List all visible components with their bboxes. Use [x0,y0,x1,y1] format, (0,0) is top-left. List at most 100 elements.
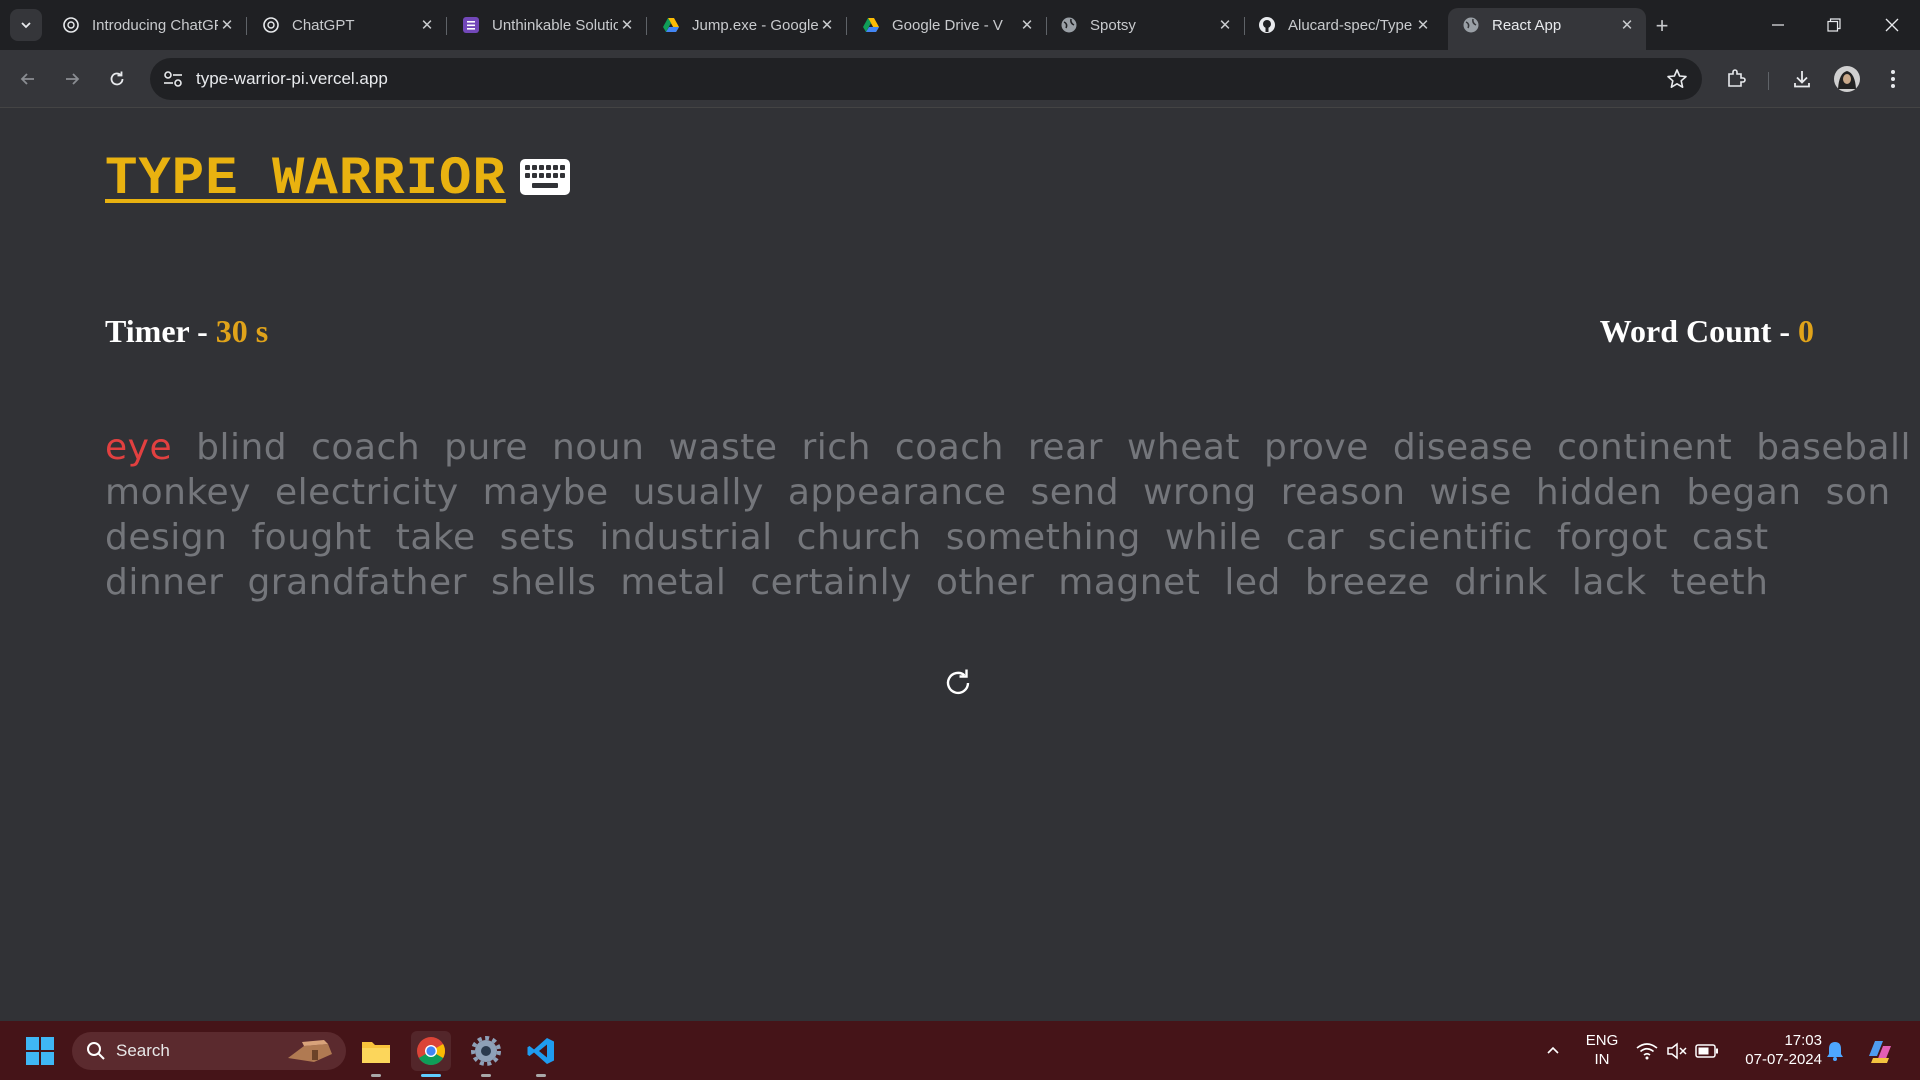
word: wheat [1126,427,1241,468]
word: dinner [105,562,224,603]
taskbar-settings[interactable] [466,1031,506,1077]
word: take [395,517,476,558]
tab-label: Introducing ChatGPT [92,16,218,34]
minimize-button[interactable] [1750,0,1806,50]
tab-search-button[interactable] [10,9,42,41]
taskbar-file-explorer[interactable] [356,1031,396,1077]
word: metal [620,562,727,603]
app-title[interactable]: TYPE WARRIOR [105,149,506,210]
taskbar-vscode[interactable] [521,1031,561,1077]
word-count-value: 0 [1798,313,1814,349]
tab-label: ChatGPT [292,16,355,34]
arrow-left-icon [20,73,34,85]
word: industrial [599,517,773,558]
close-tab-icon[interactable]: ✕ [1216,16,1234,34]
tab-jump-exe[interactable]: Jump.exe - Google Drive ✕ [648,8,847,42]
browser-menu-button[interactable] [1879,65,1907,93]
bell-icon [1827,1042,1843,1061]
word: coach [894,427,1004,468]
word: teeth [1670,562,1769,603]
word: coach [311,427,421,468]
word: design [105,517,228,558]
reload-icon [110,71,124,86]
new-tab-button[interactable]: + [1648,12,1676,40]
word-line: design fought take sets industrial church some… [105,515,1825,560]
word: disease [1392,427,1534,468]
word: rich [801,427,871,468]
close-tab-icon[interactable]: ✕ [418,16,436,34]
word: electricity [274,472,459,513]
downloads-button[interactable] [1788,65,1816,93]
word: shells [490,562,597,603]
chrome-icon [417,1037,445,1065]
download-icon [1794,71,1810,88]
tab-chatgpt[interactable]: ChatGPT ✕ [248,8,447,42]
extensions-button[interactable] [1722,65,1750,93]
tab-spotsy[interactable]: Spotsy ✕ [1046,8,1245,42]
word-line: dinner grandfather shells metal certainly oth… [105,560,1825,605]
word-count: Word Count - 0 [1600,313,1814,350]
globe-icon [1060,16,1078,34]
word: grandfather [247,562,467,603]
wifi-status[interactable] [1630,1031,1664,1071]
site-settings-icon[interactable] [162,69,184,89]
close-tab-icon[interactable]: ✕ [1018,16,1036,34]
close-tab-icon[interactable]: ✕ [1414,16,1432,34]
word: appearance [787,472,1007,513]
tab-unthinkable[interactable]: Unthinkable Solutions ✕ [448,8,647,42]
form-icon [462,16,480,34]
close-tab-icon[interactable]: ✕ [818,16,836,34]
start-button[interactable] [20,1031,60,1071]
chevron-up-icon [1547,1046,1559,1054]
google-drive-icon [662,16,680,34]
word: cast [1691,517,1769,558]
word: noun [551,427,645,468]
word: waste [668,427,778,468]
restore-icon [1827,18,1841,32]
reload-button[interactable] [101,63,133,95]
timer-value: 30 s [215,313,269,349]
clock[interactable]: 17:03 07-07-2024 [1730,1031,1822,1069]
taskbar-chrome[interactable] [411,1031,451,1077]
tab-react-app[interactable]: React App ✕ [1448,8,1646,50]
close-tab-icon[interactable]: ✕ [618,16,636,34]
address-bar[interactable]: type-warrior-pi.vercel.app [150,58,1702,100]
profile-button[interactable] [1833,65,1861,93]
battery-status[interactable] [1690,1031,1724,1071]
close-tab-icon[interactable]: ✕ [218,16,236,34]
word: rear [1027,427,1103,468]
language-indicator[interactable]: ENG IN [1580,1031,1624,1069]
globe-icon [1462,16,1480,34]
bookmark-star-icon[interactable] [1666,68,1688,90]
tab-google-drive[interactable]: Google Drive - V ✕ [848,8,1047,42]
word: other [935,562,1035,603]
copilot-button[interactable] [1860,1031,1900,1071]
typing-words-area[interactable]: eye blind coach pure noun waste rich coach rear w… [105,425,1911,605]
tab-label: Spotsy [1090,16,1136,34]
github-icon [1258,16,1276,34]
openai-icon [62,16,80,34]
taskbar-search[interactable]: Search [72,1032,346,1070]
tab-github[interactable]: Alucard-spec/Type ✕ [1244,8,1442,42]
word: maybe [482,472,609,513]
close-icon [1885,18,1899,32]
taskbar: Search ENG IN 17:03 07-07-2024 [0,1021,1920,1080]
tab-introducing-chatgpt[interactable]: Introducing ChatGPT ✕ [48,8,247,42]
word: monkey [105,472,251,513]
restart-button[interactable] [941,666,975,700]
windows-icon [26,1037,54,1065]
back-button[interactable] [12,63,44,95]
tray-overflow-button[interactable] [1533,1031,1573,1071]
search-highlight-icon [288,1040,332,1062]
word: led [1224,562,1281,603]
tab-label: Alucard-spec/Type [1288,16,1413,34]
taskbar-search-placeholder: Search [116,1041,170,1060]
close-window-button[interactable] [1864,0,1920,50]
volume-status[interactable] [1660,1031,1694,1071]
word: while [1164,517,1262,558]
chevron-down-icon [21,22,31,29]
forward-button[interactable] [56,63,88,95]
notifications-button[interactable] [1818,1031,1852,1071]
close-tab-icon[interactable]: ✕ [1618,16,1636,34]
restore-button[interactable] [1806,0,1862,50]
